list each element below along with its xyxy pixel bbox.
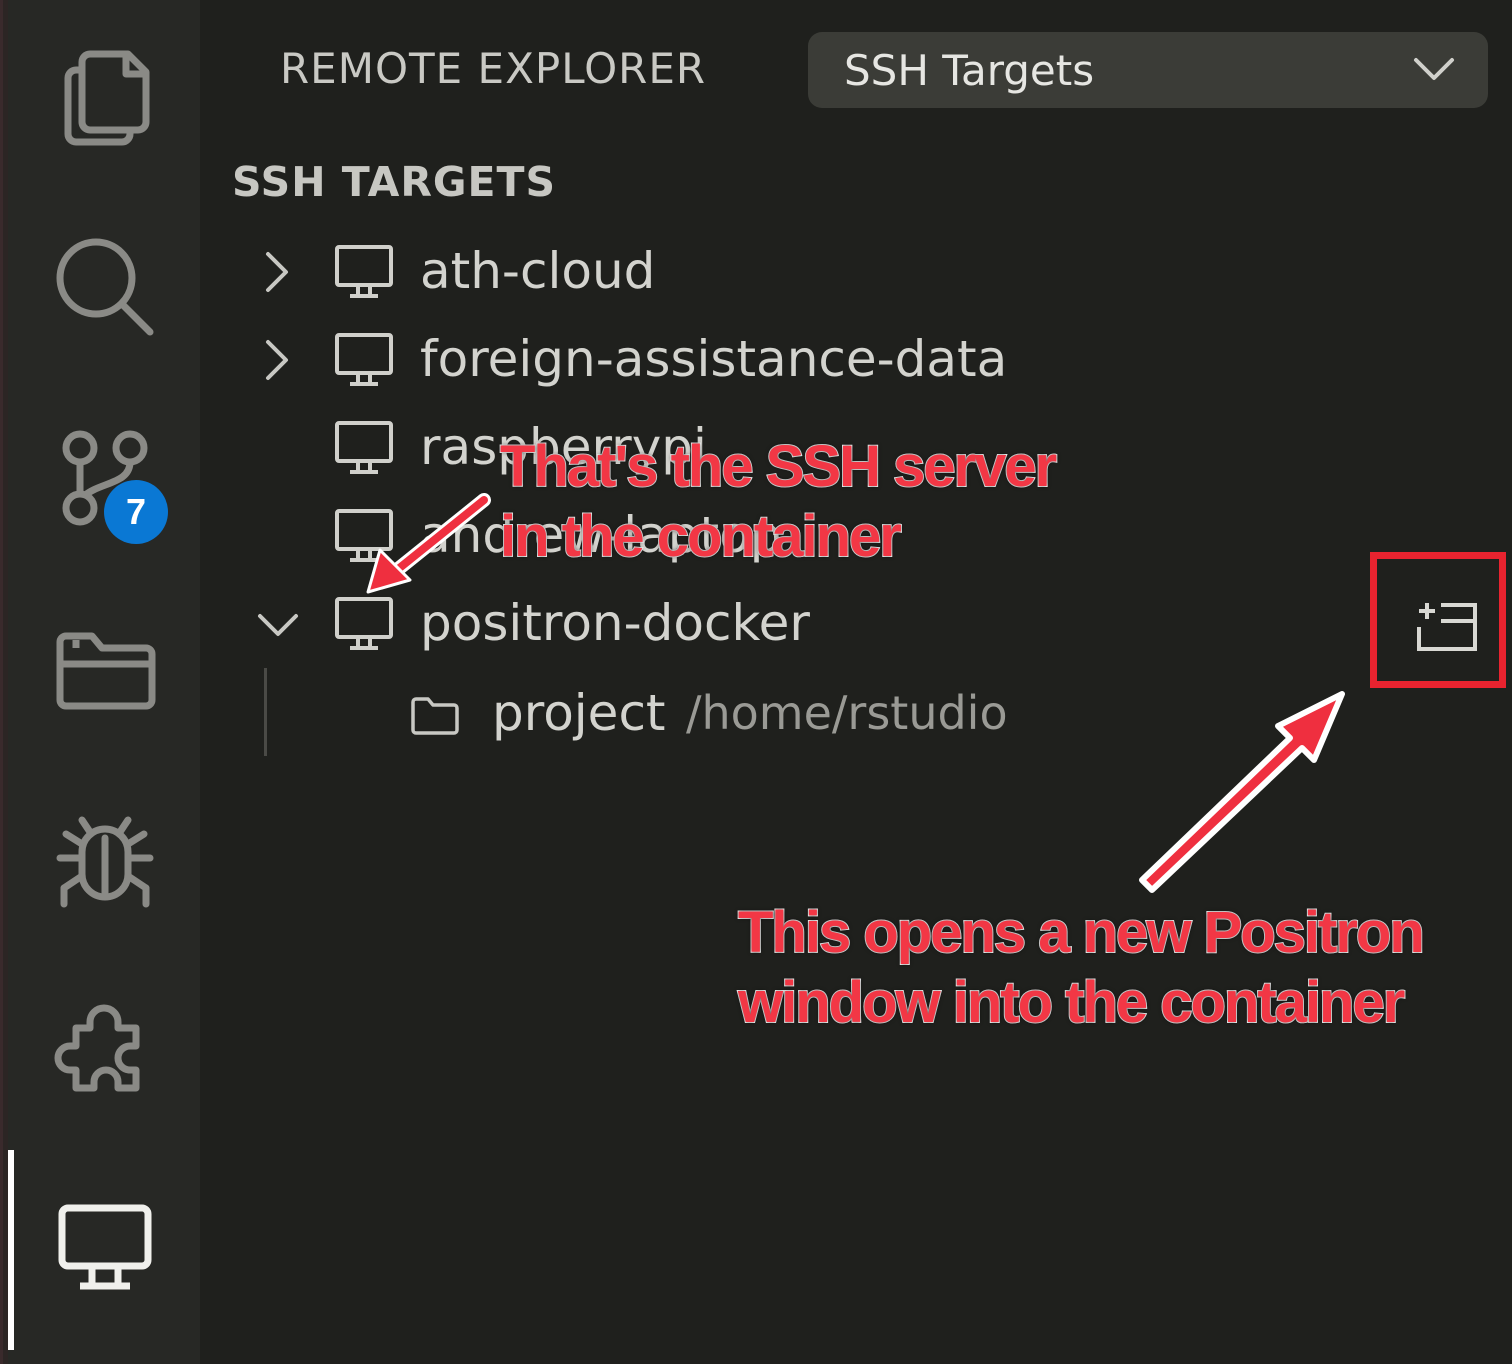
source-control-badge: 7 [104, 480, 168, 544]
ssh-target-label: ath-cloud [420, 242, 656, 300]
ssh-target-row[interactable]: foreign-assistance-data [200, 316, 1512, 404]
new-window-icon [1417, 603, 1477, 651]
monitor-icon [335, 421, 393, 474]
folder-icon [411, 697, 459, 735]
chevron-right-icon[interactable] [258, 250, 298, 294]
sidebar-title: REMOTE EXPLORER [280, 44, 707, 93]
monitor-icon [335, 597, 393, 650]
search-icon[interactable] [50, 232, 160, 342]
dropdown-value: SSH Targets [844, 46, 1095, 95]
monitor-icon [335, 245, 393, 298]
chevron-down-icon [1414, 58, 1454, 80]
window-edge-line [0, 0, 3, 1364]
project-path: /home/rstudio [686, 686, 1008, 740]
ssh-target-row[interactable]: positron-docker [200, 580, 1512, 668]
project-label: project [492, 684, 666, 742]
project-folder-row[interactable]: project /home/rstudio [200, 670, 1512, 758]
chevron-down-icon[interactable] [256, 606, 300, 642]
chevron-right-icon[interactable] [258, 338, 298, 382]
annotation-ssh-server-line1: That's the SSH server [499, 433, 1058, 500]
remote-explorer-icon[interactable] [50, 1192, 160, 1302]
annotation-new-window-line1: This opens a new Positron [737, 899, 1426, 966]
monitor-icon [335, 333, 393, 386]
files-icon[interactable] [50, 40, 160, 150]
ssh-target-row[interactable]: ath-cloud [200, 228, 1512, 316]
annotation-ssh-server-line2: in the container [499, 503, 903, 570]
ssh-target-label: foreign-assistance-data [420, 330, 1008, 388]
activity-bar: 7 [0, 0, 200, 1364]
section-title: SSH TARGETS [232, 158, 557, 206]
active-indicator [8, 1150, 14, 1350]
annotation-new-window-line2: window into the container [737, 969, 1406, 1036]
remote-type-dropdown[interactable]: SSH Targets [808, 32, 1488, 108]
monitor-icon [335, 509, 393, 562]
open-in-new-window-button[interactable] [1370, 552, 1506, 688]
extensions-icon[interactable] [50, 1000, 160, 1110]
folder-icon[interactable] [50, 616, 160, 726]
ssh-target-label: positron-docker [420, 594, 810, 652]
debug-icon[interactable] [50, 808, 160, 918]
